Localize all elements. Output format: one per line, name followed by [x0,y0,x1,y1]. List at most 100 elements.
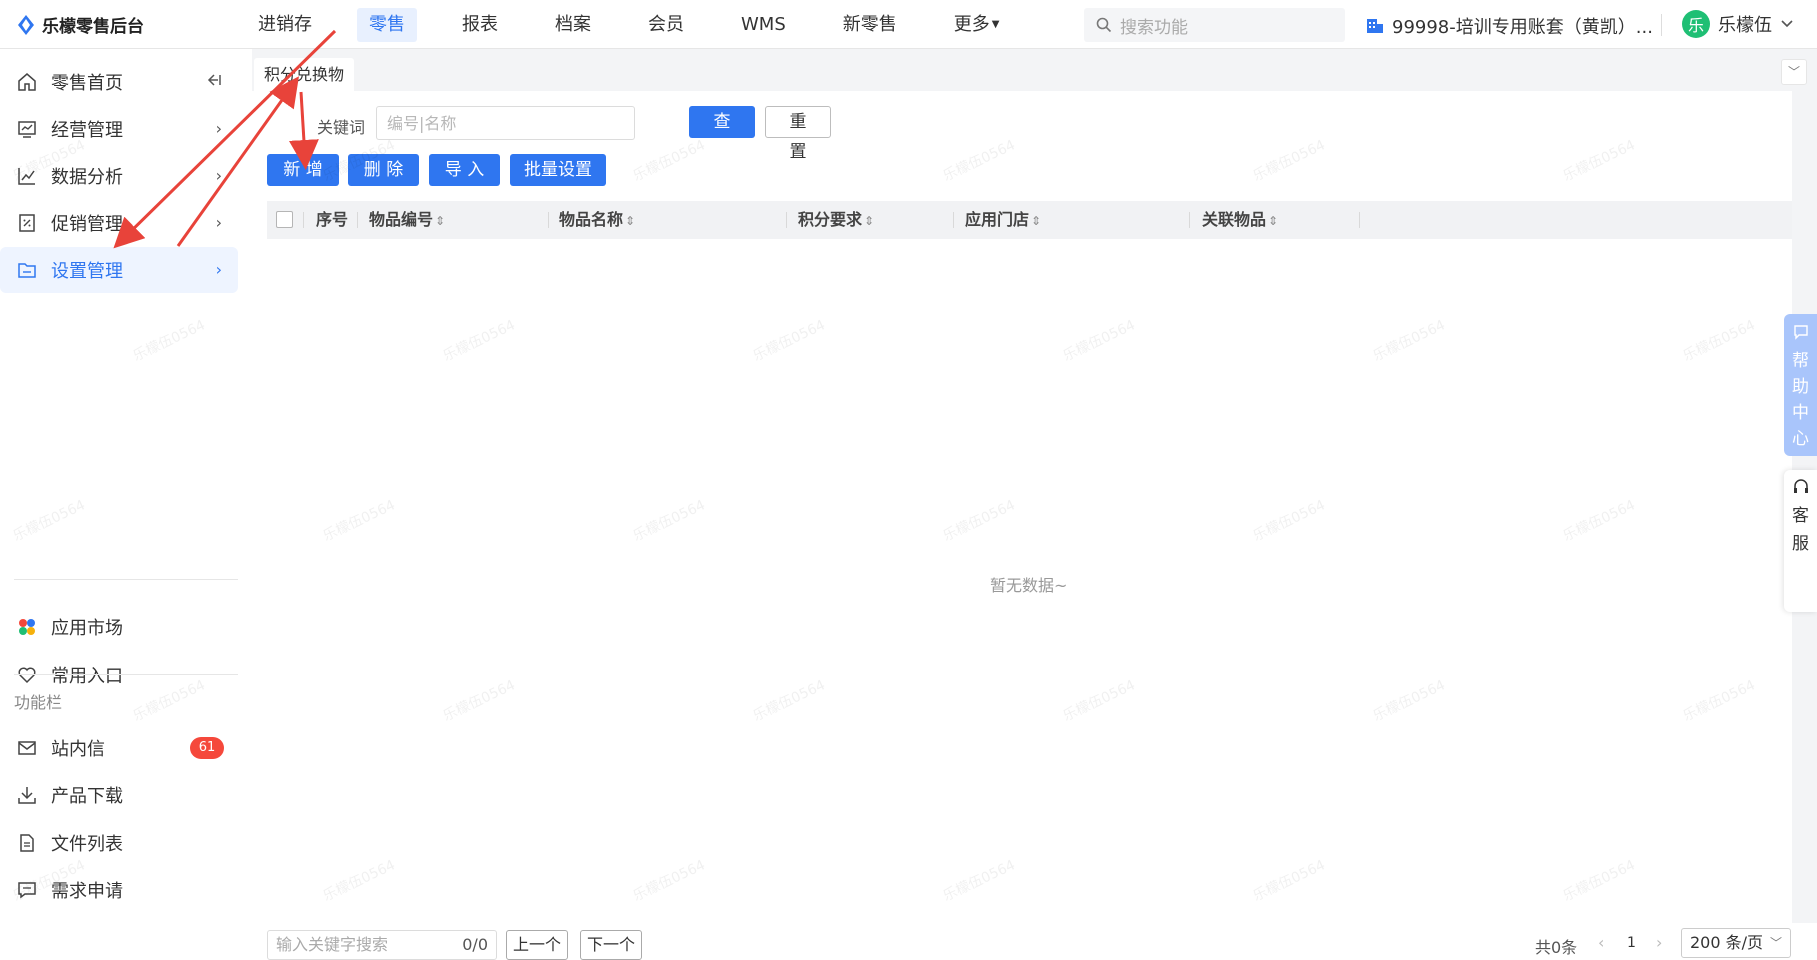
column-header-index: 序号 [316,210,349,229]
chevron-right-icon: › [215,166,222,185]
current-page[interactable]: 1 [1627,935,1636,951]
sidebar-item-downloads[interactable]: 产品下载 [0,772,238,818]
sort-icon: ⇕ [1031,214,1042,228]
caret-down-icon: ▼ [991,19,1000,30]
home-icon [16,71,38,93]
next-match-button[interactable]: 下一个 [580,930,643,960]
sidebar-item-label: 数据分析 [51,167,123,188]
prev-match-button[interactable]: 上一个 [506,930,569,960]
top-bar: 乐檬零售后台 进销存 零售 报表 档案 会员 WMS 新零售 更多 ▼ 搜索功能 … [0,0,1817,49]
customer-service-label: 客服 [1792,506,1809,554]
heart-icon [16,664,38,686]
sidebar-item-file-list[interactable]: 文件列表 [0,820,238,866]
account-label: 99998-培训专用账套（黄凯）... [1392,17,1653,38]
mail-icon [16,737,38,759]
query-button[interactable]: 查 询 [689,106,755,164]
nav-item-retail[interactable]: 零售 [357,8,417,42]
column-header-item-name[interactable]: 物品名称 ⇕ [559,201,635,239]
sort-icon: ⇕ [625,214,636,228]
table-header: 序号 物品编号 ⇕ 物品名称 ⇕ 积分要求 ⇕ 应用门店 ⇕ 关联物品 ⇕ [267,201,1792,239]
sidebar-item-label: 零售首页 [51,73,123,94]
sidebar-item-data-analysis[interactable]: 数据分析 › [0,153,238,199]
tab-points-exchange[interactable]: 积分兑换物 [254,58,355,91]
sidebar-divider [14,579,238,580]
headset-icon [1794,479,1808,493]
column-divider [303,212,304,228]
monitor-chart-icon [16,118,38,140]
add-button[interactable]: 新 增 [267,154,339,186]
sidebar-item-retail-home[interactable]: 零售首页 [0,59,238,105]
tab-strip: 积分兑换物 ﹀ [252,49,1817,91]
nav-item-archive[interactable]: 档案 [543,8,603,42]
column-header-points[interactable]: 积分要求 ⇕ [798,201,874,239]
chevron-down-icon: ﹀ [1769,936,1782,950]
delete-button[interactable]: 删 除 [348,154,419,186]
sidebar-item-operation[interactable]: 经营管理 › [0,106,238,152]
user-name: 乐檬伍 [1718,15,1772,36]
chevron-right-icon: › [215,213,222,232]
batch-settings-button[interactable]: 批量设置 [510,154,606,186]
column-divider [548,212,549,228]
top-nav: 进销存 零售 报表 档案 会员 WMS 新零售 更多 ▼ [246,8,1044,42]
select-all-checkbox[interactable] [276,211,293,228]
column-divider [786,212,787,228]
user-menu[interactable]: 乐 乐檬伍 [1682,10,1794,38]
next-page-icon[interactable]: › [1656,933,1662,952]
content-panel: 关键词 查 询 重 置 新 增 删 除 导 入 批量设置 序号 物品编号⇕ 物品… [252,91,1792,960]
sidebar-item-settings[interactable]: 设置管理 › [0,247,238,293]
app-title: 乐檬零售后台 [42,17,144,37]
empty-text: 暂无数据~ [990,576,1068,595]
main-area: 积分兑换物 ﹀ 关键词 查 询 重 置 新 增 删 除 导 入 批量设置 序号 … [252,49,1817,960]
sidebar-item-label: 经营管理 [51,120,123,141]
nav-item-member[interactable]: 会员 [636,8,696,42]
page-size-select[interactable]: 200 条/页 ﹀ [1681,928,1791,958]
sidebar-item-app-market[interactable]: 应用市场 [0,604,238,650]
help-center-button[interactable]: 帮助中心 [1784,314,1817,456]
sidebar-item-label: 常用入口 [51,666,123,687]
nav-item-more[interactable]: 更多 ▼ [942,8,1012,42]
sidebar-item-label: 产品下载 [51,786,123,807]
customer-service-button[interactable]: 客服 [1784,470,1817,612]
function-search-input[interactable]: 搜索功能 [1084,8,1345,42]
sidebar-item-requests[interactable]: 需求申请 [0,867,238,913]
import-button[interactable]: 导 入 [429,154,500,186]
keyword-input[interactable] [376,106,635,140]
nav-item-jxc[interactable]: 进销存 [246,8,324,42]
nav-item-report[interactable]: 报表 [450,8,510,42]
column-header-linked-items[interactable]: 关联物品 ⇕ [1202,201,1278,239]
avatar: 乐 [1682,10,1710,38]
column-header-stores[interactable]: 应用门店 ⇕ [965,201,1041,239]
header-divider [1661,14,1662,36]
pager-search-input[interactable]: 输入关键字搜索 0/0 [267,930,497,960]
pager-search-placeholder: 输入关键字搜索 [276,935,389,954]
sidebar: 零售首页 经营管理 › 数据分析 › 促销管理 › 设置管理 › 应用市场 常用… [0,49,252,923]
page-size-value: 200 条/页 [1690,933,1764,952]
sidebar-item-label: 促销管理 [51,214,123,235]
app-logo[interactable]: 乐檬零售后台 [16,12,144,37]
sort-icon: ⇕ [864,214,875,228]
coupon-icon [16,212,38,234]
help-chat-icon [1793,325,1808,340]
sort-icon: ⇕ [1268,214,1279,228]
collapse-sidebar-icon[interactable] [206,72,222,91]
file-icon [16,832,38,854]
unread-badge: 61 [190,737,224,759]
sidebar-item-label: 应用市场 [51,618,123,639]
nav-item-wms[interactable]: WMS [729,8,798,42]
chevron-down-icon: ﹀ [1787,65,1800,79]
prev-page-icon[interactable]: ‹ [1598,933,1604,952]
reset-button[interactable]: 重 置 [765,106,831,162]
tab-dropdown-button[interactable]: ﹀ [1781,59,1807,85]
sidebar-item-promotion[interactable]: 促销管理 › [0,200,238,246]
nav-item-new-retail[interactable]: 新零售 [831,8,909,42]
account-switcher[interactable]: 99998-培训专用账套（黄凯）... [1366,13,1653,39]
column-divider [1189,212,1190,228]
function-bar-label: 功能栏 [14,693,63,712]
chevron-right-icon: › [215,260,222,279]
column-header-item-code[interactable]: 物品编号 ⇕ [369,201,445,239]
sidebar-divider [14,674,238,675]
app-market-icon [16,616,38,638]
total-count: 共0条 [1535,938,1578,957]
sidebar-item-label: 文件列表 [51,834,123,855]
keyword-label: 关键词 [317,118,366,137]
